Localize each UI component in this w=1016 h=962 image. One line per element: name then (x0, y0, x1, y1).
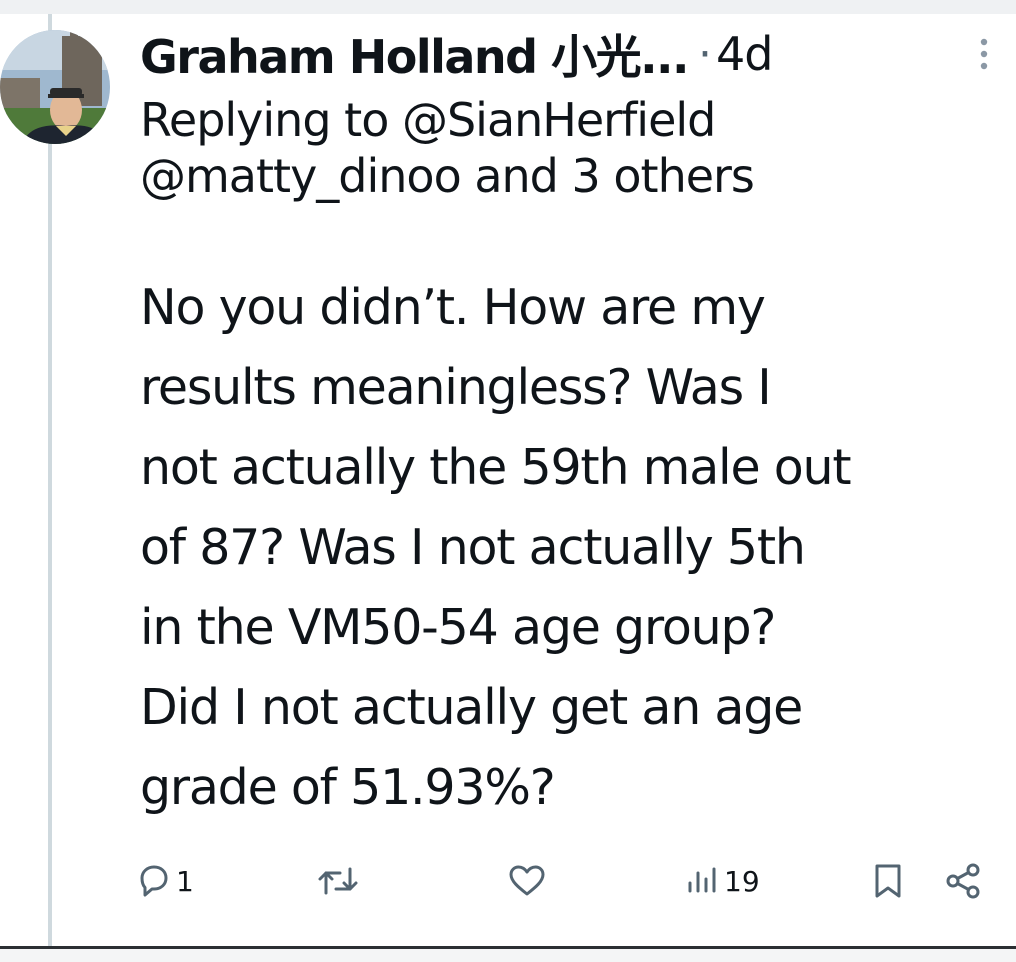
share-button[interactable] (942, 858, 984, 904)
thread-line (48, 14, 52, 948)
tweet-header: Graham Holland 小光... · 4d (140, 22, 1000, 86)
reply-button[interactable]: 1 (134, 858, 194, 904)
author-name[interactable]: Graham Holland 小光... (140, 21, 690, 87)
replying-others[interactable]: @matty_dinoo and 3 others (140, 148, 1000, 204)
like-button[interactable] (506, 858, 550, 904)
bookmark-icon (868, 861, 908, 901)
body-line: results meaningless? Was I (140, 359, 772, 416)
tweet-body: No you didn’t. How are my results meanin… (140, 268, 1010, 828)
share-icon (942, 861, 984, 901)
body-line: No you didn’t. How are my (140, 279, 766, 336)
replying-to: Replying to @SianHerfield @matty_dinoo a… (140, 92, 1000, 204)
views-button[interactable]: 19 (684, 858, 760, 904)
views-icon (684, 861, 722, 901)
body-line: Did I not actually get an age (140, 679, 803, 736)
body-line: not actually the 59th male out (140, 439, 852, 496)
reply-icon (134, 861, 174, 901)
more-vertical-icon[interactable] (972, 34, 996, 74)
heart-icon (506, 861, 548, 901)
retweet-button[interactable] (316, 858, 362, 904)
reply-count: 1 (176, 864, 194, 898)
top-strip (0, 0, 1016, 14)
replying-prefix: Replying to (140, 93, 389, 147)
retweet-icon (316, 861, 360, 901)
body-line: grade of 51.93%? (140, 759, 556, 816)
avatar[interactable] (0, 30, 110, 144)
body-line: of 87? Was I not actually 5th (140, 519, 806, 576)
views-count: 19 (724, 864, 760, 898)
replying-handle[interactable]: @SianHerfield (402, 93, 716, 147)
body-line: in the VM50-54 age group? (140, 599, 776, 656)
separator-dot: · (698, 28, 713, 80)
bookmark-button[interactable] (868, 858, 908, 904)
bottom-strip (0, 949, 1016, 962)
action-bar: 1 19 (134, 858, 994, 908)
timestamp[interactable]: 4d (716, 27, 773, 81)
